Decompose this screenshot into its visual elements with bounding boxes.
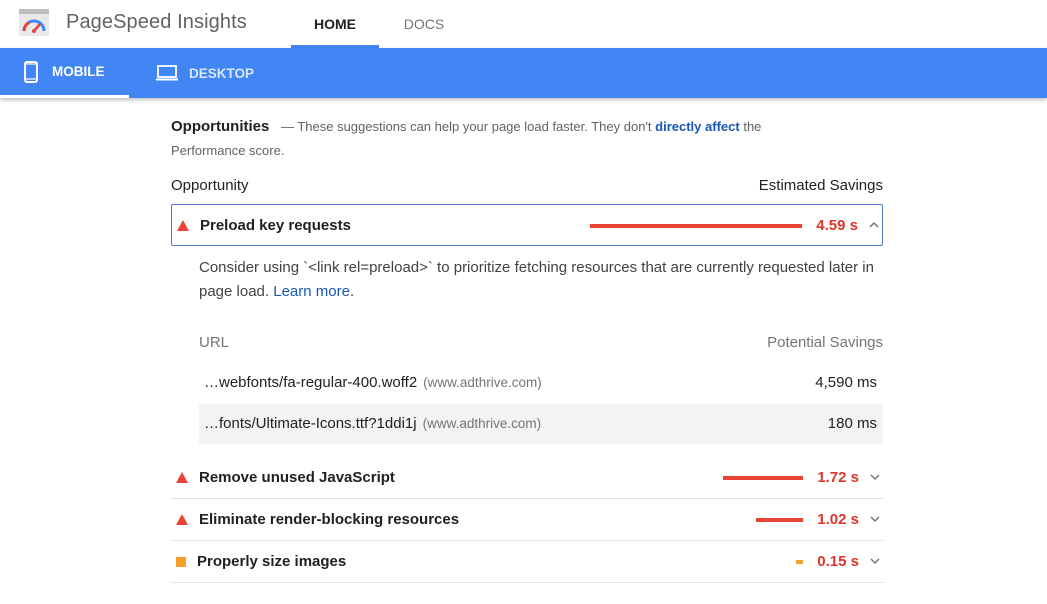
intro-text: — These suggestions can help your page l…	[280, 119, 652, 134]
laptop-icon	[156, 65, 178, 81]
table-row: …webfonts/fa-regular-400.woff2 (www.adthr…	[199, 363, 883, 403]
table-header-url: URL	[199, 334, 230, 351]
audit-properly-size-images[interactable]: Properly size images 0.15 s	[171, 541, 883, 583]
audit-savings: 1.02 s	[817, 511, 859, 528]
learn-more-link[interactable]: Learn more	[273, 283, 350, 300]
tab-mobile[interactable]: MOBILE	[0, 48, 129, 98]
pagespeed-gauge-icon[interactable]	[19, 9, 49, 36]
opportunities-title: Opportunities	[171, 118, 270, 135]
chevron-down-icon[interactable]	[869, 471, 881, 483]
table-row: …fonts/Ultimate-Icons.ttf?1ddi1j (www.adt…	[199, 404, 883, 444]
red-triangle-icon	[176, 514, 188, 525]
savings-bar	[756, 518, 803, 522]
savings-bar	[723, 476, 803, 480]
audit-savings: 0.15 s	[817, 553, 859, 570]
audit-eliminate-render-blocking[interactable]: Eliminate render-blocking resources 1.02…	[171, 499, 883, 541]
device-tab-bar: MOBILE DESKTOP	[0, 48, 1047, 98]
audit-description: Consider using `<link rel=preload>` to p…	[199, 259, 874, 300]
row-host: (www.adthrive.com)	[423, 375, 542, 390]
orange-square-icon	[176, 557, 186, 567]
tab-desktop-label: DESKTOP	[189, 65, 255, 81]
column-header-opportunity: Opportunity	[171, 177, 249, 194]
column-header-savings: Estimated Savings	[758, 177, 883, 194]
tab-desktop[interactable]: DESKTOP	[156, 48, 266, 98]
directly-affect-link[interactable]: directly affect	[655, 119, 740, 134]
smartphone-icon	[24, 60, 38, 83]
tab-docs[interactable]: DOCS	[380, 0, 468, 48]
app-title: PageSpeed Insights	[66, 11, 247, 33]
audit-label: Remove unused JavaScript	[199, 469, 395, 486]
table-header-potential-savings: Potential Savings	[767, 334, 883, 351]
audit-savings: 1.72 s	[817, 469, 859, 486]
chevron-up-icon[interactable]	[868, 219, 880, 231]
row-url: …fonts/Ultimate-Icons.ttf?1ddi1j	[204, 415, 417, 432]
audit-savings: 4.59 s	[816, 217, 858, 234]
row-url: …webfonts/fa-regular-400.woff2	[204, 374, 418, 391]
tab-home[interactable]: HOME	[291, 0, 379, 48]
row-host: (www.adthrive.com)	[422, 416, 542, 431]
savings-bar	[590, 224, 802, 228]
audit-remove-unused-javascript[interactable]: Remove unused JavaScript 1.72 s	[171, 457, 883, 499]
audit-label: Preload key requests	[200, 217, 351, 234]
tab-mobile-label: MOBILE	[52, 64, 105, 79]
chevron-down-icon[interactable]	[869, 513, 881, 525]
row-savings: 180 ms	[827, 415, 877, 432]
chevron-down-icon[interactable]	[869, 555, 881, 567]
red-triangle-icon	[176, 472, 188, 483]
audit-label: Properly size images	[197, 553, 347, 570]
top-header: PageSpeed Insights HOME DOCS	[0, 0, 1047, 48]
opportunities-intro: Opportunities — These suggestions can he…	[171, 115, 831, 163]
audit-preload-key-requests[interactable]: Preload key requests 4.59 s	[171, 204, 883, 246]
audit-label: Eliminate render-blocking resources	[199, 511, 460, 528]
savings-bar	[796, 560, 803, 564]
red-triangle-icon	[177, 220, 189, 231]
row-savings: 4,590 ms	[815, 374, 877, 391]
